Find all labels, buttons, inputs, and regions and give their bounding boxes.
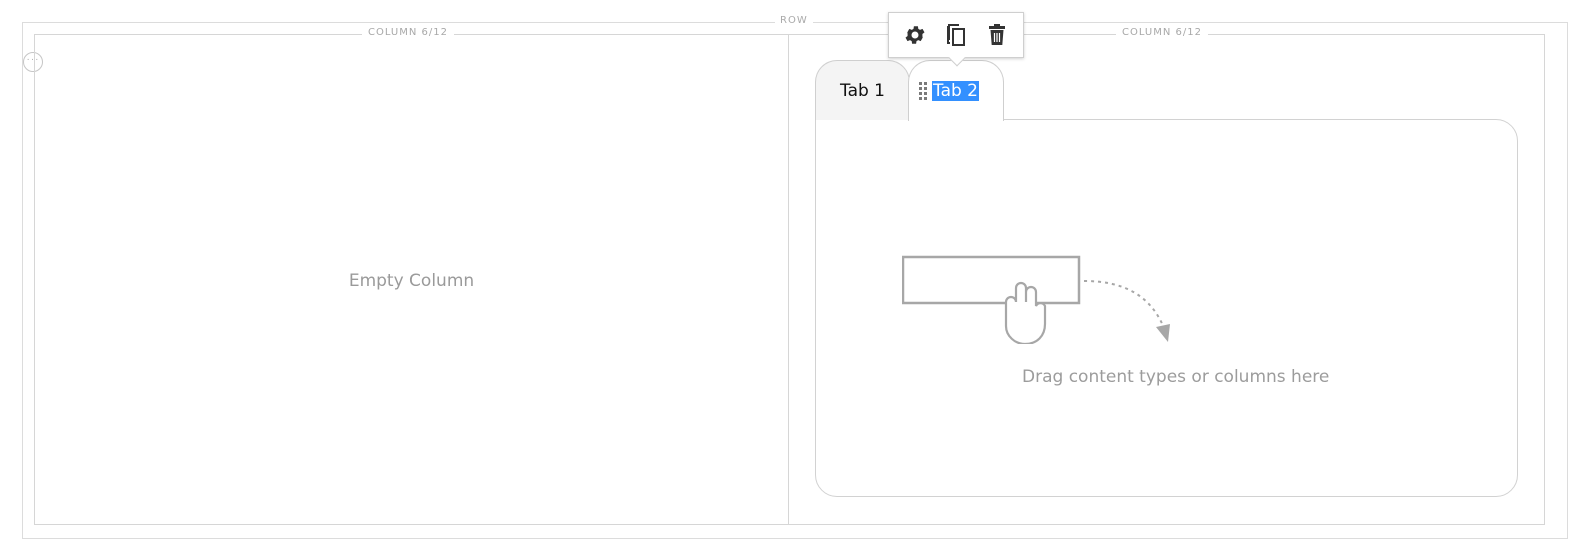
tab-label: Tab 1 [840, 80, 885, 101]
copy-icon [946, 24, 965, 46]
trash-icon [988, 24, 1005, 45]
settings-button[interactable] [900, 20, 930, 50]
drag-handle-icon[interactable] [919, 82, 929, 100]
column-left: COLUMN 6/12 Empty Column [34, 27, 789, 525]
column-label: COLUMN 6/12 [362, 27, 454, 38]
duplicate-button[interactable] [941, 20, 971, 50]
row-label: ROW [775, 15, 813, 26]
empty-column-text: Empty Column [348, 271, 475, 291]
tab-panel: Drag content types or columns here [815, 119, 1518, 497]
gear-icon [905, 26, 925, 44]
drop-zone-text: Drag content types or columns here [1022, 367, 1330, 387]
hand-drag-icon [902, 255, 1170, 344]
tab-1[interactable]: Tab 1 [815, 60, 910, 120]
column-label: COLUMN 6/12 [1116, 27, 1208, 38]
element-toolbar [888, 12, 1024, 58]
delete-button[interactable] [982, 20, 1012, 50]
tab-label-editable[interactable]: Tab 2 [932, 81, 979, 101]
tab-2[interactable]: Tab 2 [908, 60, 1004, 121]
